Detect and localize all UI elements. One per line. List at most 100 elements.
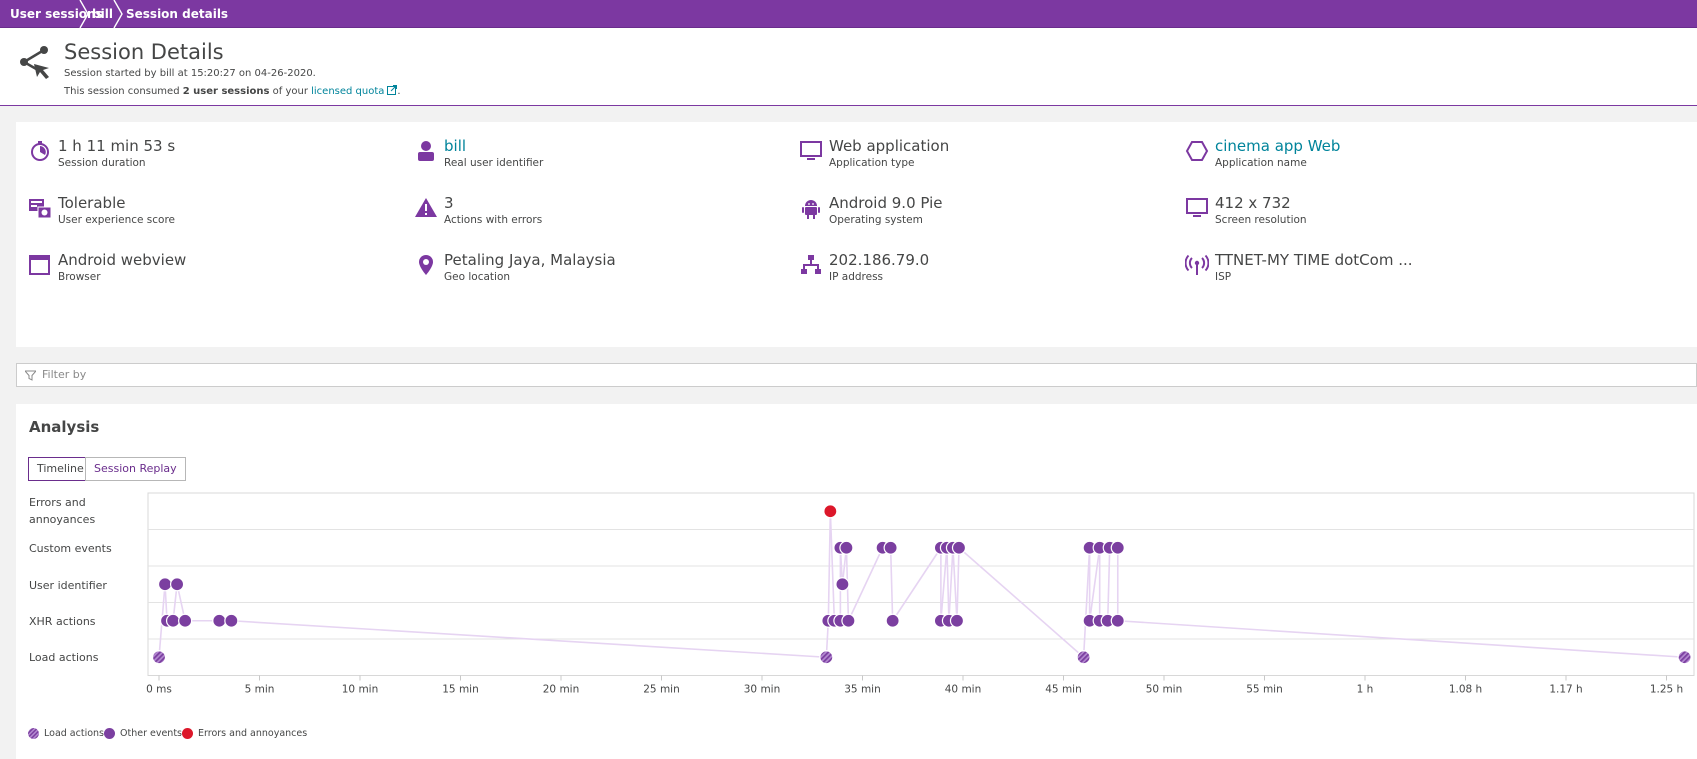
licensed-quota-link[interactable]: licensed quota <box>311 86 384 97</box>
session-properties-panel: 1 h 11 min 53 s Session duration bill Re… <box>16 122 1697 347</box>
other-event-marker <box>178 613 193 628</box>
consumption-prefix: This session consumed <box>64 86 183 97</box>
page-title: Session Details <box>64 40 224 64</box>
x-tick-label: 40 min <box>945 684 982 696</box>
timeline-connector <box>940 547 948 621</box>
breadcrumb-bill[interactable]: bill <box>82 0 113 28</box>
load-event-marker <box>819 650 834 665</box>
user-experience-score-label: User experience score <box>58 214 176 226</box>
breadcrumb-session-details: Session details <box>126 7 229 21</box>
x-tick-label: 10 min <box>342 684 379 696</box>
application-type-label: Application type <box>829 157 915 169</box>
x-tick-label: 5 min <box>245 684 275 696</box>
x-tick-label: 1.25 h <box>1650 684 1683 696</box>
legend-label-load: Load actions <box>44 728 105 739</box>
timeline-connector <box>956 547 960 621</box>
legend-swatch-error <box>182 728 193 739</box>
prop-user-experience-score: Tolerable User experience score <box>28 194 408 234</box>
external-link-icon[interactable] <box>387 85 398 95</box>
prop-geo-location: Petaling Jaya, Malaysia Geo location <box>414 251 794 291</box>
application-type-value: Web application <box>829 137 950 155</box>
timeline-connector <box>952 547 958 621</box>
other-event-marker <box>835 577 850 592</box>
prop-application-type: Web application Application type <box>799 137 1179 177</box>
prop-real-user-identifier: bill Real user identifier <box>414 137 794 177</box>
consumption-count: 2 user sessions <box>182 86 270 97</box>
x-tick-label: 0 ms <box>146 684 172 696</box>
timeline-connector <box>827 511 832 621</box>
isp-label: ISP <box>1215 271 1232 283</box>
operating-system-value: Android 9.0 Pie <box>829 194 943 212</box>
x-tick-label: 15 min <box>442 684 479 696</box>
screen-resolution-label: Screen resolution <box>1215 214 1307 226</box>
geo-location-value: Petaling Jaya, Malaysia <box>444 251 616 269</box>
x-tick-label: 25 min <box>643 684 680 696</box>
other-event-marker <box>169 577 185 592</box>
x-tick-label: 1 h <box>1357 684 1374 696</box>
ux-score-icon <box>29 199 52 219</box>
prop-browser: Android webview Browser <box>28 251 408 291</box>
other-event-marker <box>839 540 854 555</box>
legend-label-other: Other events <box>120 728 183 739</box>
prop-isp: TTNET-MY TIME dotCom ... ISP <box>1185 251 1565 291</box>
timeline-connector <box>889 547 894 621</box>
other-event-marker <box>949 613 965 628</box>
legend-swatch-load <box>28 728 39 739</box>
hexagon-icon <box>1185 141 1209 161</box>
prop-session-duration: 1 h 11 min 53 s Session duration <box>28 137 408 177</box>
screen-resolution-value: 412 x 732 <box>1215 194 1291 212</box>
other-event-marker <box>885 613 900 628</box>
other-event-marker <box>212 613 227 628</box>
session-consumption-info: This session consumed 2 user sessions of… <box>64 85 401 97</box>
location-pin-icon <box>419 255 433 275</box>
consumption-suffix: . <box>397 86 401 97</box>
browser-value: Android webview <box>58 251 187 269</box>
legend-swatch-other <box>104 728 115 739</box>
filter-icon <box>25 370 36 381</box>
error-event-marker <box>823 504 838 519</box>
filter-input-placeholder[interactable]: Filter by <box>42 368 86 381</box>
application-name-label: Application name <box>1215 157 1307 169</box>
timeline-connector <box>891 547 942 622</box>
antenna-icon <box>1185 254 1209 275</box>
page-header: Session Details Session started by bill … <box>0 28 1697 106</box>
x-tick-label: 35 min <box>844 684 881 696</box>
filter-bar[interactable]: Filter by <box>16 363 1697 387</box>
session-start-info: Session started by bill at 15:20:27 on 0… <box>64 68 316 79</box>
other-event-marker <box>224 613 239 628</box>
breadcrumb: User sessions bill Session details <box>0 0 1697 28</box>
session-timeline-chart[interactable]: 0 ms 5 min 10 min 15 min 20 min 25 min 30 min 3… <box>16 404 1697 724</box>
other-event-marker <box>1110 613 1125 628</box>
real-user-identifier-label: Real user identifier <box>444 157 544 169</box>
x-tick-label: 45 min <box>1045 684 1082 696</box>
prop-actions-with-errors: 3 Actions with errors <box>414 194 794 234</box>
user-experience-score-value: Tolerable <box>58 194 126 212</box>
ip-address-label: IP address <box>829 271 884 283</box>
load-event-marker <box>1677 650 1692 665</box>
other-event-marker <box>883 540 898 555</box>
android-icon <box>802 200 820 219</box>
warning-icon <box>415 198 437 217</box>
prop-screen-resolution: 412 x 732 Screen resolution <box>1185 194 1565 234</box>
consumption-mid: of your <box>269 86 312 97</box>
operating-system-label: Operating system <box>829 214 923 226</box>
isp-value: TTNET-MY TIME dotCom ... <box>1215 251 1413 269</box>
timeline-connector <box>1088 547 1101 621</box>
screen-icon <box>1186 198 1208 217</box>
monitor-icon <box>800 141 822 160</box>
timeline-connector <box>847 547 884 622</box>
real-user-identifier-link[interactable]: bill <box>444 137 466 155</box>
x-tick-label: 1.17 h <box>1549 684 1582 696</box>
timeline-connector <box>946 547 950 621</box>
analysis-panel: Analysis Timeline Session Replay Errors … <box>16 404 1697 759</box>
ip-address-value: 202.186.79.0 <box>829 251 930 269</box>
geo-location-label: Geo location <box>444 271 511 283</box>
x-tick-label: 55 min <box>1246 684 1283 696</box>
session-path-icon <box>20 46 49 79</box>
session-duration-label: Session duration <box>58 157 146 169</box>
application-name-link[interactable]: cinema app Web <box>1215 137 1340 155</box>
browser-icon <box>29 255 50 275</box>
x-tick-label: 20 min <box>543 684 580 696</box>
prop-ip-address: 202.186.79.0 IP address <box>799 251 1179 291</box>
other-event-marker <box>1110 540 1125 555</box>
